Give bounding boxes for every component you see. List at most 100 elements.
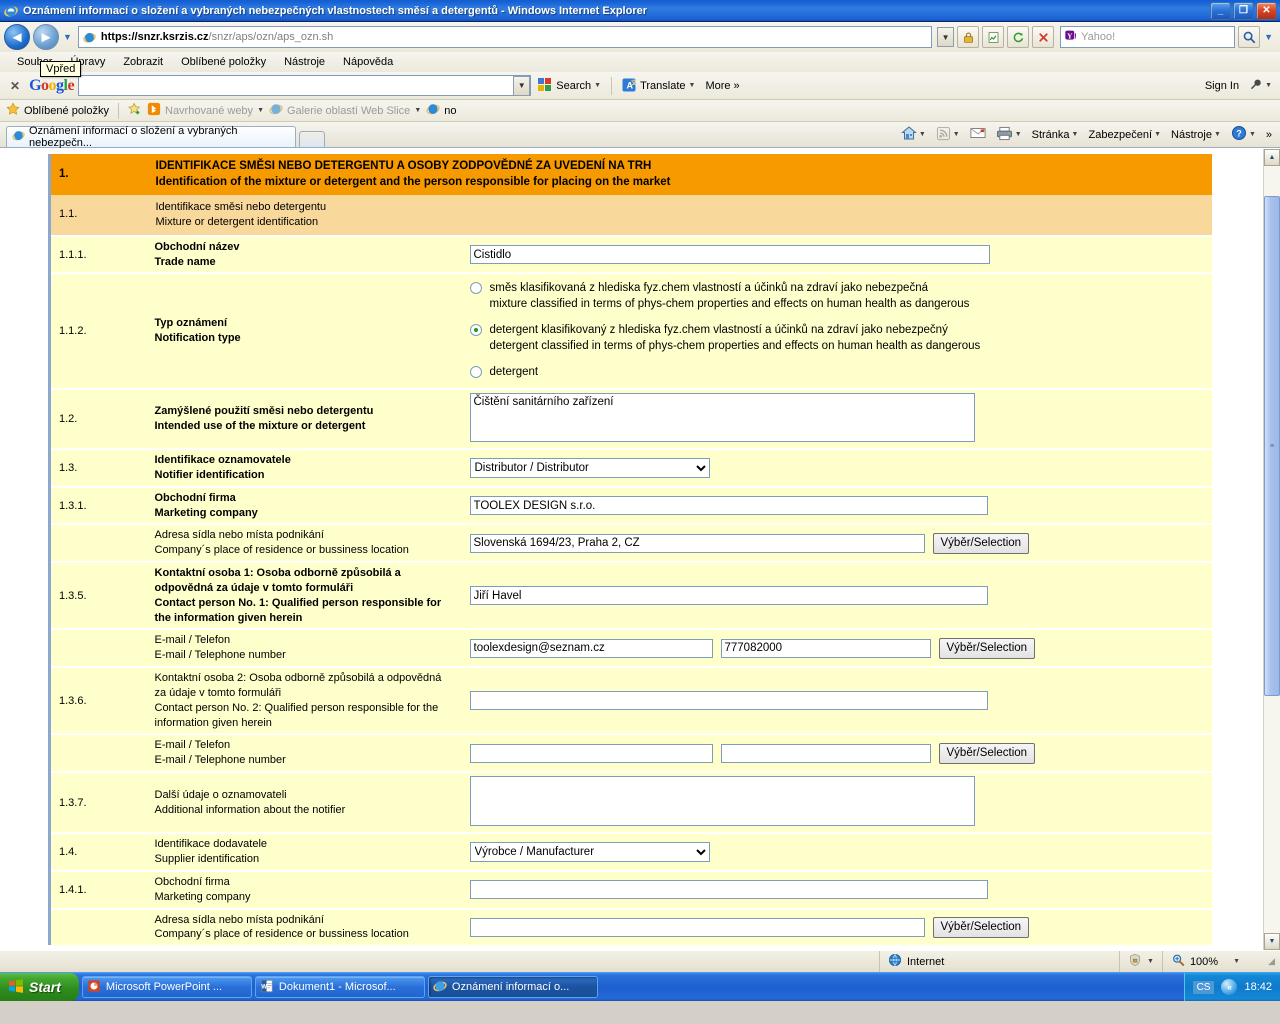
start-button[interactable]: Start — [0, 973, 79, 1001]
marketing-company-supplier-input[interactable] — [469, 880, 988, 900]
menu-item-napoveda[interactable]: Nápověda — [334, 54, 402, 70]
radio-option-detergent-dangerous[interactable]: detergent klasifikovaný z hlediska fyz.c… — [469, 323, 1208, 354]
history-dropdown-icon[interactable]: ▼ — [63, 32, 72, 42]
feeds-button[interactable]: ▼ — [932, 125, 964, 145]
radio-button[interactable] — [469, 324, 482, 337]
taskbar-item-powerpoint[interactable]: Microsoft PowerPoint ... — [81, 976, 252, 998]
menu-item-nastroje[interactable]: Nástroje — [275, 54, 334, 70]
radio-button[interactable] — [469, 366, 482, 379]
search-options-icon[interactable]: ▼ — [1264, 32, 1273, 42]
contact-person-2-input[interactable] — [469, 691, 988, 711]
radio-option-detergent[interactable]: detergent — [469, 365, 1208, 381]
google-settings-caret-icon[interactable]: ▼ — [1265, 82, 1272, 89]
tab-aps-ozn[interactable]: Oznámení informací o složení a vybraných… — [6, 125, 296, 149]
address-supplier-selection-button[interactable]: Výběr/Selection — [932, 916, 1030, 938]
zoom-caret-icon[interactable]: ▼ — [1233, 958, 1240, 965]
mail-button[interactable] — [966, 125, 990, 144]
radio-button[interactable] — [469, 282, 482, 295]
protected-mode-caret-icon[interactable]: ▼ — [1147, 958, 1154, 965]
contact-2-email-input[interactable] — [469, 743, 713, 763]
scroll-down-button[interactable]: ▼ — [1264, 933, 1280, 950]
google-translate-button[interactable]: A 文 Translate ▼ — [619, 78, 698, 93]
feeds-caret-icon[interactable]: ▼ — [953, 131, 960, 138]
marketing-company-notifier-input[interactable] — [469, 496, 988, 516]
address-notifier-input[interactable] — [469, 533, 925, 553]
page-menu-button[interactable]: Stránka ▼ — [1028, 128, 1083, 142]
show-hidden-icons-button[interactable]: « — [1221, 979, 1238, 995]
google-settings-button[interactable]: ▼ — [1246, 78, 1275, 94]
home-button[interactable]: ▼ — [897, 124, 930, 145]
favorites-item-navrhovane-weby[interactable]: Navrhované weby ▼ — [147, 102, 264, 119]
supplier-identification-select[interactable]: Výrobce / Manufacturer — [469, 842, 710, 863]
address-dropdown-icon[interactable]: ▼ — [937, 27, 955, 47]
address-bar[interactable]: https://snzr.ksrzis.cz/snzr/aps/ozn/aps_… — [77, 26, 933, 48]
stop-icon[interactable] — [1032, 26, 1055, 48]
menu-item-oblibene-polozky[interactable]: Oblíbené položky — [172, 54, 275, 70]
tools-menu-button[interactable]: Nástroje ▼ — [1167, 128, 1225, 142]
contact-person-1-input[interactable] — [469, 586, 988, 606]
compatibility-view-icon[interactable] — [982, 26, 1005, 48]
google-search-button[interactable]: Search ▼ — [535, 78, 604, 93]
contact-2-selection-button[interactable]: Výběr/Selection — [938, 742, 1036, 764]
contact-1-email-input[interactable] — [469, 638, 713, 658]
google-search-caret-icon[interactable]: ▼ — [594, 82, 601, 89]
address-notifier-selection-button[interactable]: Výběr/Selection — [932, 532, 1030, 554]
back-button[interactable]: ◄ — [4, 24, 30, 50]
minimize-button[interactable]: _ — [1210, 1, 1231, 20]
zoom-control[interactable]: 100% ▼ — [1163, 951, 1248, 972]
contact-1-selection-button[interactable]: Výběr/Selection — [938, 637, 1036, 659]
menu-item-zobrazit[interactable]: Zobrazit — [114, 54, 172, 70]
google-search-input[interactable]: ▼ — [78, 75, 532, 96]
search-go-icon[interactable] — [1238, 26, 1261, 48]
language-indicator[interactable]: CS — [1192, 980, 1215, 994]
trade-name-input[interactable] — [469, 245, 990, 265]
resize-grip[interactable]: ◢ — [1264, 956, 1280, 967]
contact-2-phone-input[interactable] — [720, 743, 931, 763]
row-number — [49, 907, 150, 946]
mail-icon — [970, 126, 986, 143]
address-supplier-input[interactable] — [469, 917, 925, 937]
google-search-dropdown-icon[interactable]: ▼ — [513, 75, 531, 96]
chevron-down-icon[interactable]: ▼ — [257, 107, 264, 114]
help-caret-icon[interactable]: ▼ — [1249, 131, 1256, 138]
additional-info-textarea[interactable] — [469, 776, 975, 827]
notifier-identification-select[interactable]: Distributor / Distributor — [469, 457, 710, 478]
security-zone[interactable]: Internet — [880, 951, 1120, 972]
forward-button[interactable]: ► — [33, 24, 59, 50]
scroll-up-button[interactable]: ▲ — [1264, 149, 1280, 166]
vertical-scrollbar[interactable]: ▲ ≡ ▼ — [1263, 149, 1280, 950]
page-caret-icon[interactable]: ▼ — [1072, 131, 1079, 138]
google-toolbar-close-icon[interactable]: ✕ — [5, 79, 25, 93]
favorites-item-web-slice-gallery[interactable]: Galerie oblastí Web Slice ▼ — [269, 102, 421, 119]
taskbar-item-word[interactable]: W Dokument1 - Microsof... — [254, 976, 425, 998]
refresh-icon[interactable] — [1007, 26, 1030, 48]
scrollbar-thumb[interactable]: ≡ — [1264, 196, 1280, 696]
print-button[interactable]: ▼ — [992, 125, 1026, 145]
tools-caret-icon[interactable]: ▼ — [1214, 131, 1221, 138]
protected-mode-indicator[interactable]: ▼ — [1120, 951, 1163, 972]
new-tab-button[interactable] — [299, 131, 325, 147]
google-more-button[interactable]: More » — [702, 80, 742, 92]
intended-use-textarea[interactable]: Čištění sanitárního zařízení — [469, 392, 975, 442]
contact-1-phone-input[interactable] — [720, 638, 931, 658]
security-caret-icon[interactable]: ▼ — [1154, 131, 1161, 138]
maximize-button[interactable]: ❐ — [1233, 1, 1254, 20]
search-input[interactable]: Y ! Yahoo! — [1060, 26, 1236, 48]
command-bar-overflow-button[interactable]: » — [1262, 128, 1276, 142]
row-label-en: Contact person No. 2: Qualified person r… — [154, 701, 439, 729]
print-caret-icon[interactable]: ▼ — [1015, 131, 1022, 138]
google-translate-caret-icon[interactable]: ▼ — [689, 82, 696, 89]
google-sign-in-link[interactable]: Sign In — [1202, 80, 1242, 92]
help-menu-button[interactable]: ? ▼ — [1227, 124, 1260, 145]
security-menu-button[interactable]: Zabezpečení ▼ — [1084, 128, 1165, 142]
close-button[interactable]: ✕ — [1256, 1, 1277, 20]
chevron-down-icon[interactable]: ▼ — [414, 107, 421, 114]
favorites-button[interactable]: Oblíbené položky — [6, 102, 109, 119]
scrollbar-track[interactable]: ≡ — [1264, 166, 1280, 933]
add-to-favorites-bar-button[interactable] — [128, 102, 142, 119]
home-caret-icon[interactable]: ▼ — [919, 131, 926, 138]
taskbar-item-internet-explorer[interactable]: Oznámení informací o... — [427, 976, 598, 998]
favorites-item-no[interactable]: no — [426, 102, 457, 119]
clock[interactable]: 18:42 — [1244, 981, 1272, 993]
radio-option-mixture-dangerous[interactable]: směs klasifikovaná z hlediska fyz.chem v… — [469, 281, 1208, 312]
